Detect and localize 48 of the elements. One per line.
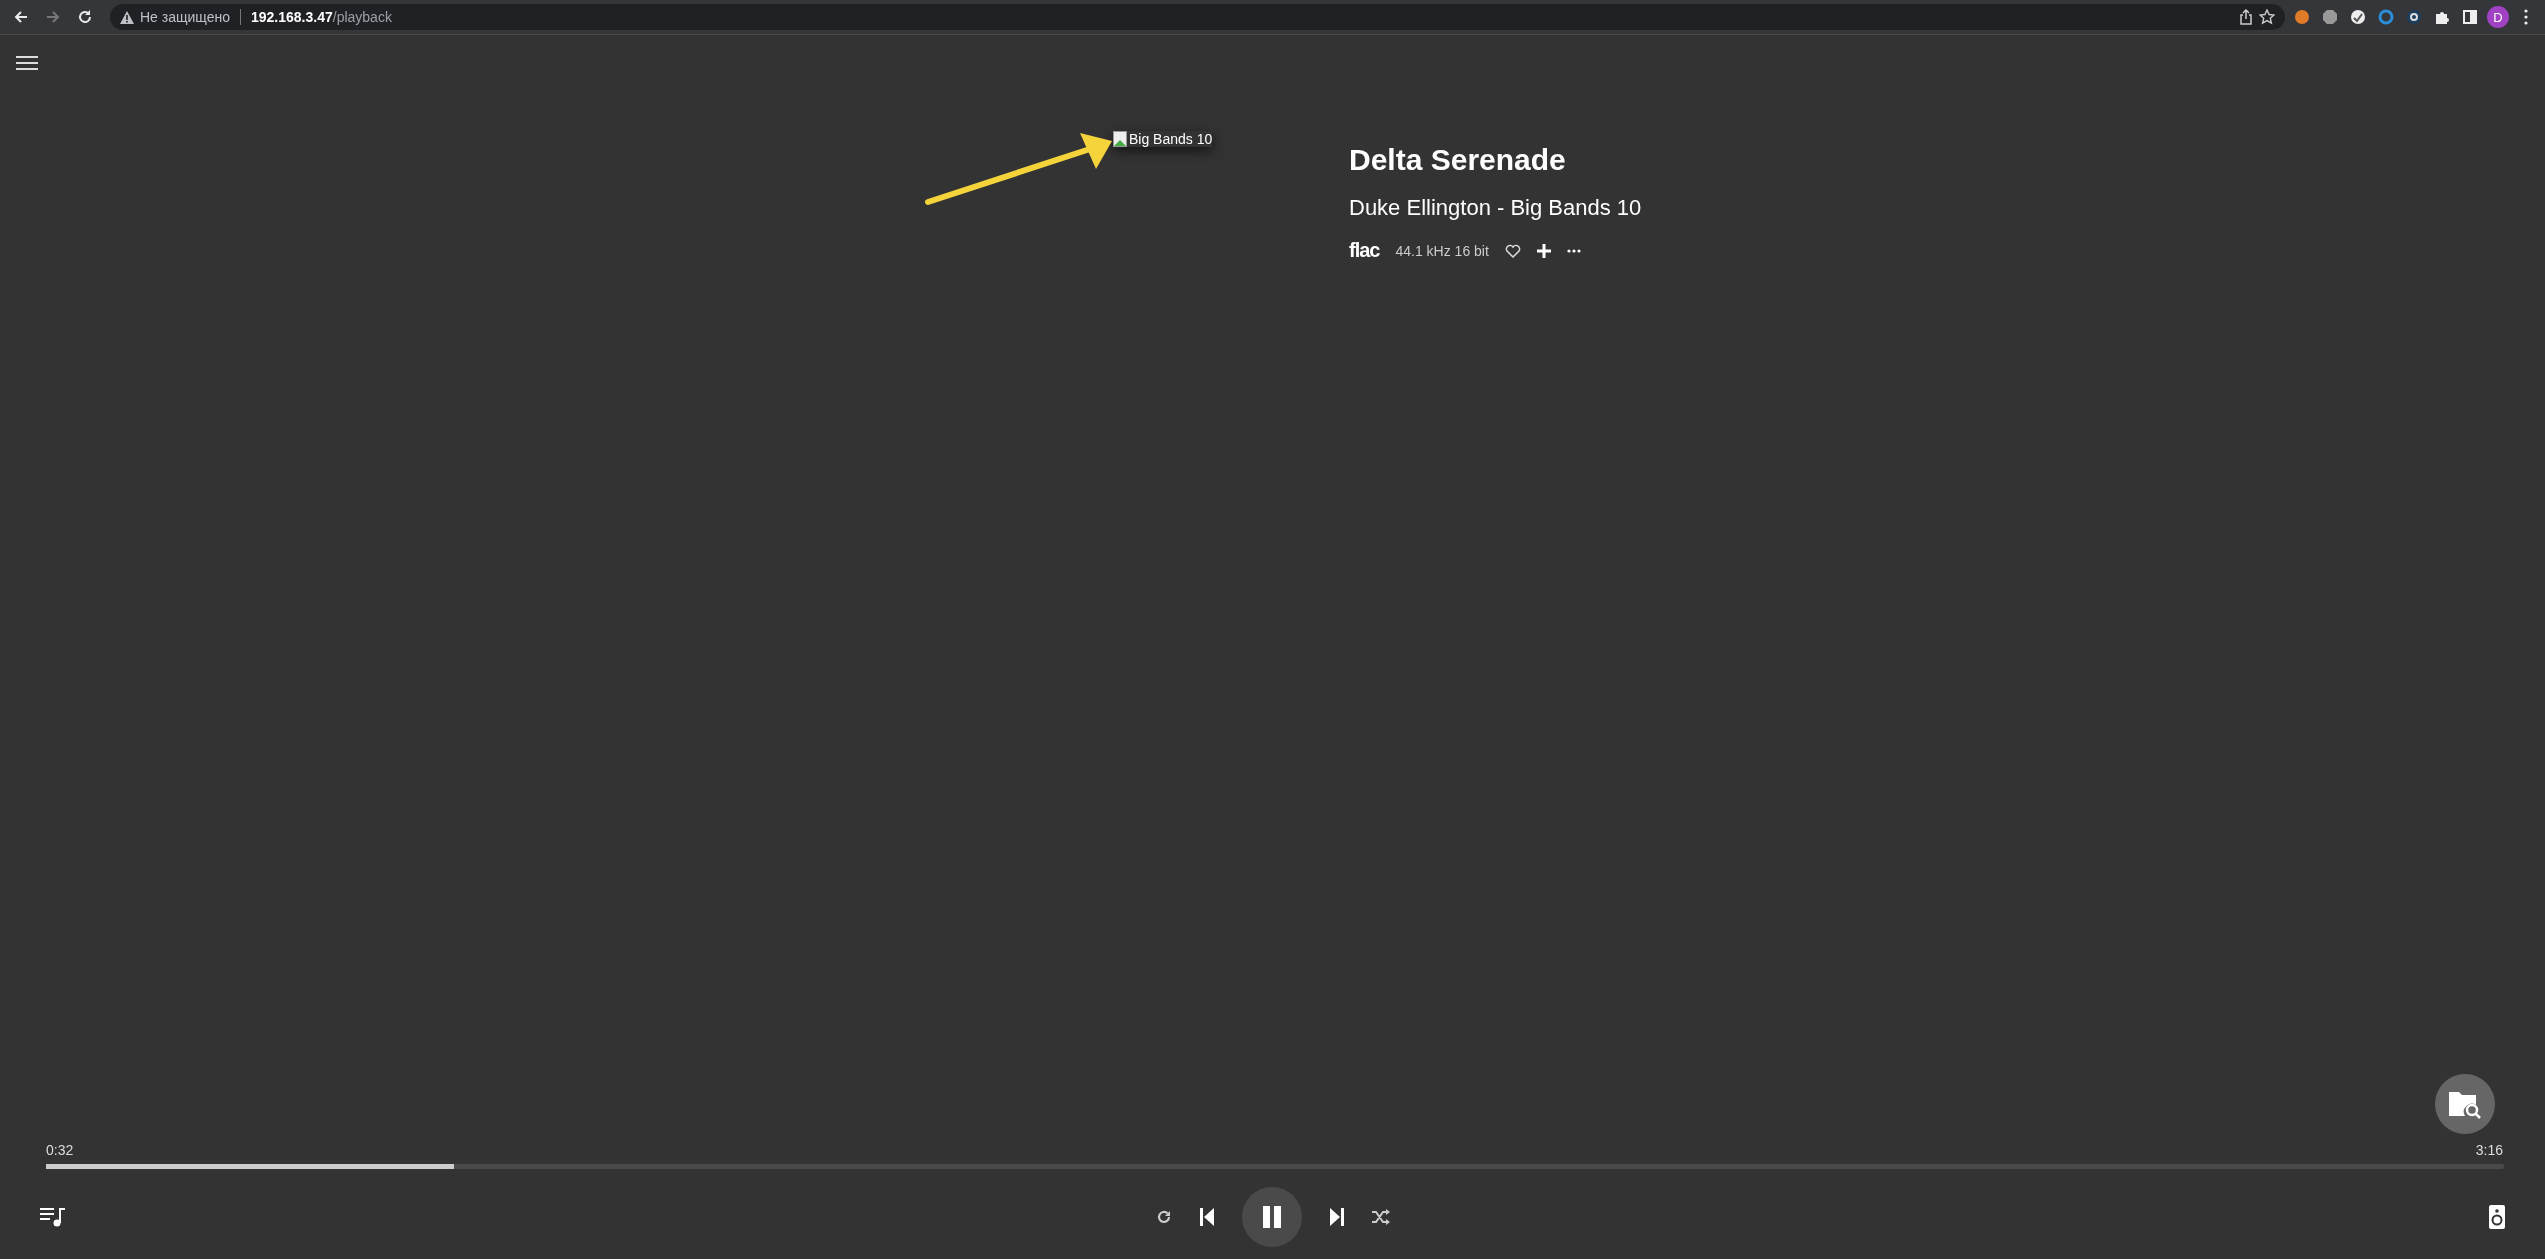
- speaker-icon: [2489, 1205, 2505, 1229]
- folder-search-icon: [2448, 1089, 2482, 1119]
- sidebar-icon[interactable]: [2463, 10, 2477, 24]
- track-artist-album: Duke Ellington - Big Bands 10: [1349, 195, 1642, 221]
- repeat-button[interactable]: [1155, 1209, 1172, 1225]
- broken-image-icon: [1113, 131, 1127, 147]
- menu-icon: [16, 55, 38, 71]
- reload-icon: [77, 9, 93, 25]
- extension-icon[interactable]: [2350, 9, 2366, 25]
- total-duration: 3:16: [2475, 1142, 2503, 1158]
- format-label: flac: [1349, 239, 1380, 262]
- browse-library-button[interactable]: [2435, 1074, 2495, 1134]
- progress-bar[interactable]: [46, 1164, 2504, 1169]
- pause-icon: [1261, 1206, 1282, 1228]
- extension-icon[interactable]: [2322, 9, 2338, 25]
- heart-icon: [1504, 243, 1521, 258]
- skip-next-icon: [1329, 1208, 1344, 1226]
- url-text: 192.168.3.47/playback: [251, 9, 392, 25]
- add-button[interactable]: [1536, 243, 1551, 258]
- security-label: Не защищено: [140, 9, 230, 25]
- skip-previous-icon: [1199, 1208, 1214, 1226]
- queue-button[interactable]: [40, 1207, 66, 1227]
- star-icon[interactable]: [2259, 9, 2275, 25]
- plus-icon: [1536, 243, 1551, 258]
- warning-icon: [120, 10, 134, 24]
- quality-label: 44.1 kHz 16 bit: [1395, 242, 1489, 259]
- repeat-icon: [1155, 1209, 1172, 1225]
- cover-alt-text: Big Bands 10: [1129, 131, 1213, 147]
- playlist-icon: [40, 1207, 66, 1227]
- menu-button[interactable]: [16, 55, 38, 71]
- forward-arrow-icon: [45, 9, 61, 25]
- profile-avatar[interactable]: D: [2487, 6, 2509, 28]
- address-bar[interactable]: Не защищено 192.168.3.47/playback: [110, 4, 2285, 30]
- elapsed-time: 0:32: [46, 1142, 74, 1158]
- next-button[interactable]: [1329, 1208, 1344, 1226]
- output-device-button[interactable]: [2489, 1205, 2505, 1229]
- share-icon[interactable]: [2239, 9, 2253, 25]
- kebab-menu-icon[interactable]: [2524, 9, 2528, 25]
- more-icon: [1566, 248, 1581, 253]
- track-title: Delta Serenade: [1349, 143, 1567, 177]
- shuffle-button[interactable]: [1371, 1209, 1390, 1225]
- favorite-button[interactable]: [1504, 243, 1521, 258]
- shuffle-icon: [1371, 1209, 1390, 1225]
- previous-button[interactable]: [1199, 1208, 1214, 1226]
- back-arrow-icon: [13, 9, 29, 25]
- puzzle-icon[interactable]: [2434, 9, 2450, 25]
- more-button[interactable]: [1566, 248, 1581, 253]
- extension-icon[interactable]: [2406, 9, 2422, 25]
